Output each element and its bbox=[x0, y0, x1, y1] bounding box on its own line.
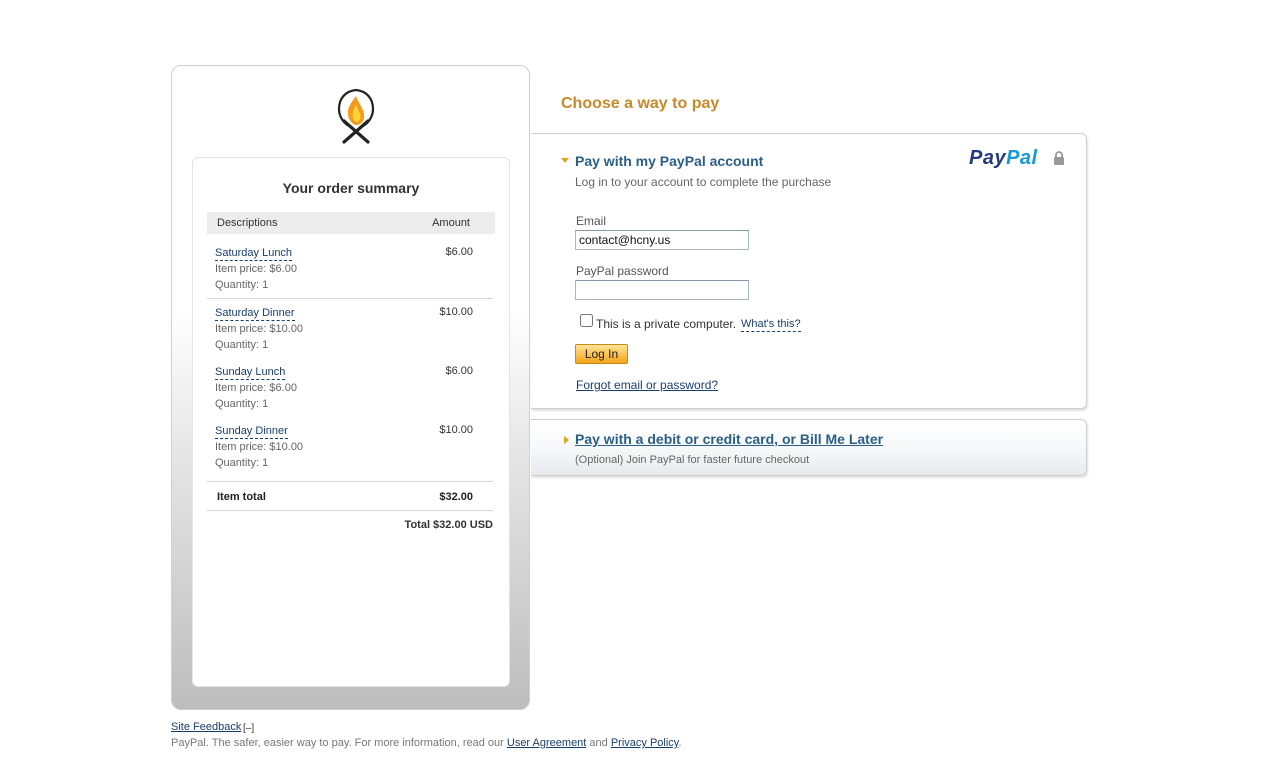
log-in-button[interactable]: Log In bbox=[575, 344, 628, 364]
descriptions-column-header: Descriptions bbox=[217, 217, 278, 229]
choose-way-to-pay-heading: Choose a way to pay bbox=[561, 95, 720, 112]
order-panel: Your order summary Descriptions Amount S… bbox=[171, 65, 530, 710]
forgot-email-password-link[interactable]: Forgot email or password? bbox=[576, 378, 718, 392]
site-feedback-link[interactable]: Site Feedback bbox=[171, 721, 241, 733]
whats-this-link[interactable]: What's this? bbox=[741, 318, 801, 332]
triangle-down-icon bbox=[561, 158, 569, 163]
row-divider bbox=[207, 510, 493, 511]
paypal-logo-pal: Pal bbox=[1006, 147, 1038, 169]
item-name-link[interactable]: Sunday Dinner bbox=[215, 424, 288, 439]
paypal-login-section: Pay with my PayPal account Log in to you… bbox=[531, 133, 1087, 409]
triangle-right-icon bbox=[564, 436, 569, 444]
lock-icon bbox=[1054, 151, 1064, 165]
email-label: Email bbox=[576, 214, 607, 228]
item-price: Item price: $6.00 bbox=[215, 382, 297, 394]
item-name-link[interactable]: Saturday Lunch bbox=[215, 246, 293, 261]
campfire-logo-icon bbox=[337, 88, 375, 144]
password-field[interactable] bbox=[575, 280, 749, 300]
private-computer-label: This is a private computer. bbox=[596, 317, 737, 331]
grand-total: Total $32.00 USD bbox=[404, 519, 493, 531]
item-name-link[interactable]: Sunday Lunch bbox=[215, 365, 286, 380]
paypal-logo-pay: Pay bbox=[969, 147, 1007, 169]
footer-tagline-text: PayPal. The safer, easier way to pay. Fo… bbox=[171, 737, 504, 749]
card-payment-section[interactable]: Pay with a debit or credit card, or Bill… bbox=[531, 419, 1087, 476]
paypal-checkout-page: Your order summary Descriptions Amount S… bbox=[0, 0, 1263, 764]
item-name-link[interactable]: Saturday Dinner bbox=[215, 306, 295, 321]
order-summary-card: Your order summary Descriptions Amount S… bbox=[192, 157, 510, 687]
amount-column-header: Amount bbox=[432, 217, 470, 229]
item-quantity: Quantity: 1 bbox=[215, 457, 269, 469]
privacy-policy-link[interactable]: Privacy Policy bbox=[611, 737, 679, 749]
user-agreement-link[interactable]: User Agreement bbox=[507, 737, 586, 749]
item-quantity: Quantity: 1 bbox=[215, 339, 269, 351]
item-total-value: $32.00 bbox=[439, 491, 473, 503]
item-amount: $10.00 bbox=[439, 306, 473, 318]
item-quantity: Quantity: 1 bbox=[215, 398, 269, 410]
order-summary-title: Your order summary bbox=[282, 180, 420, 196]
row-divider bbox=[207, 481, 493, 482]
order-table-header: Descriptions Amount bbox=[207, 212, 495, 234]
feedback-toggle[interactable]: [–] bbox=[243, 723, 254, 734]
footer-period: . bbox=[678, 737, 682, 749]
footer-tagline: PayPal. The safer, easier way to pay. Fo… bbox=[171, 737, 682, 749]
private-computer-checkbox[interactable] bbox=[580, 314, 593, 327]
pay-with-card-link[interactable]: Pay with a debit or credit card, or Bill… bbox=[575, 431, 883, 447]
paypal-section-title[interactable]: Pay with my PayPal account bbox=[575, 153, 763, 169]
row-divider bbox=[207, 298, 493, 299]
item-price: Item price: $10.00 bbox=[215, 323, 304, 335]
item-amount: $10.00 bbox=[439, 424, 473, 436]
paypal-section-subtitle: Log in to your account to complete the p… bbox=[575, 175, 832, 189]
paypal-logo: PayPal bbox=[969, 147, 1038, 170]
email-field[interactable] bbox=[575, 230, 749, 250]
item-price: Item price: $6.00 bbox=[215, 263, 297, 275]
item-quantity: Quantity: 1 bbox=[215, 279, 269, 291]
item-price: Item price: $10.00 bbox=[215, 441, 304, 453]
item-total-label: Item total bbox=[217, 491, 266, 503]
password-label: PayPal password bbox=[576, 264, 669, 278]
item-amount: $6.00 bbox=[445, 365, 473, 377]
item-amount: $6.00 bbox=[445, 246, 473, 258]
card-section-subtitle: (Optional) Join PayPal for faster future… bbox=[575, 454, 810, 466]
footer-and-text: and bbox=[589, 737, 608, 749]
